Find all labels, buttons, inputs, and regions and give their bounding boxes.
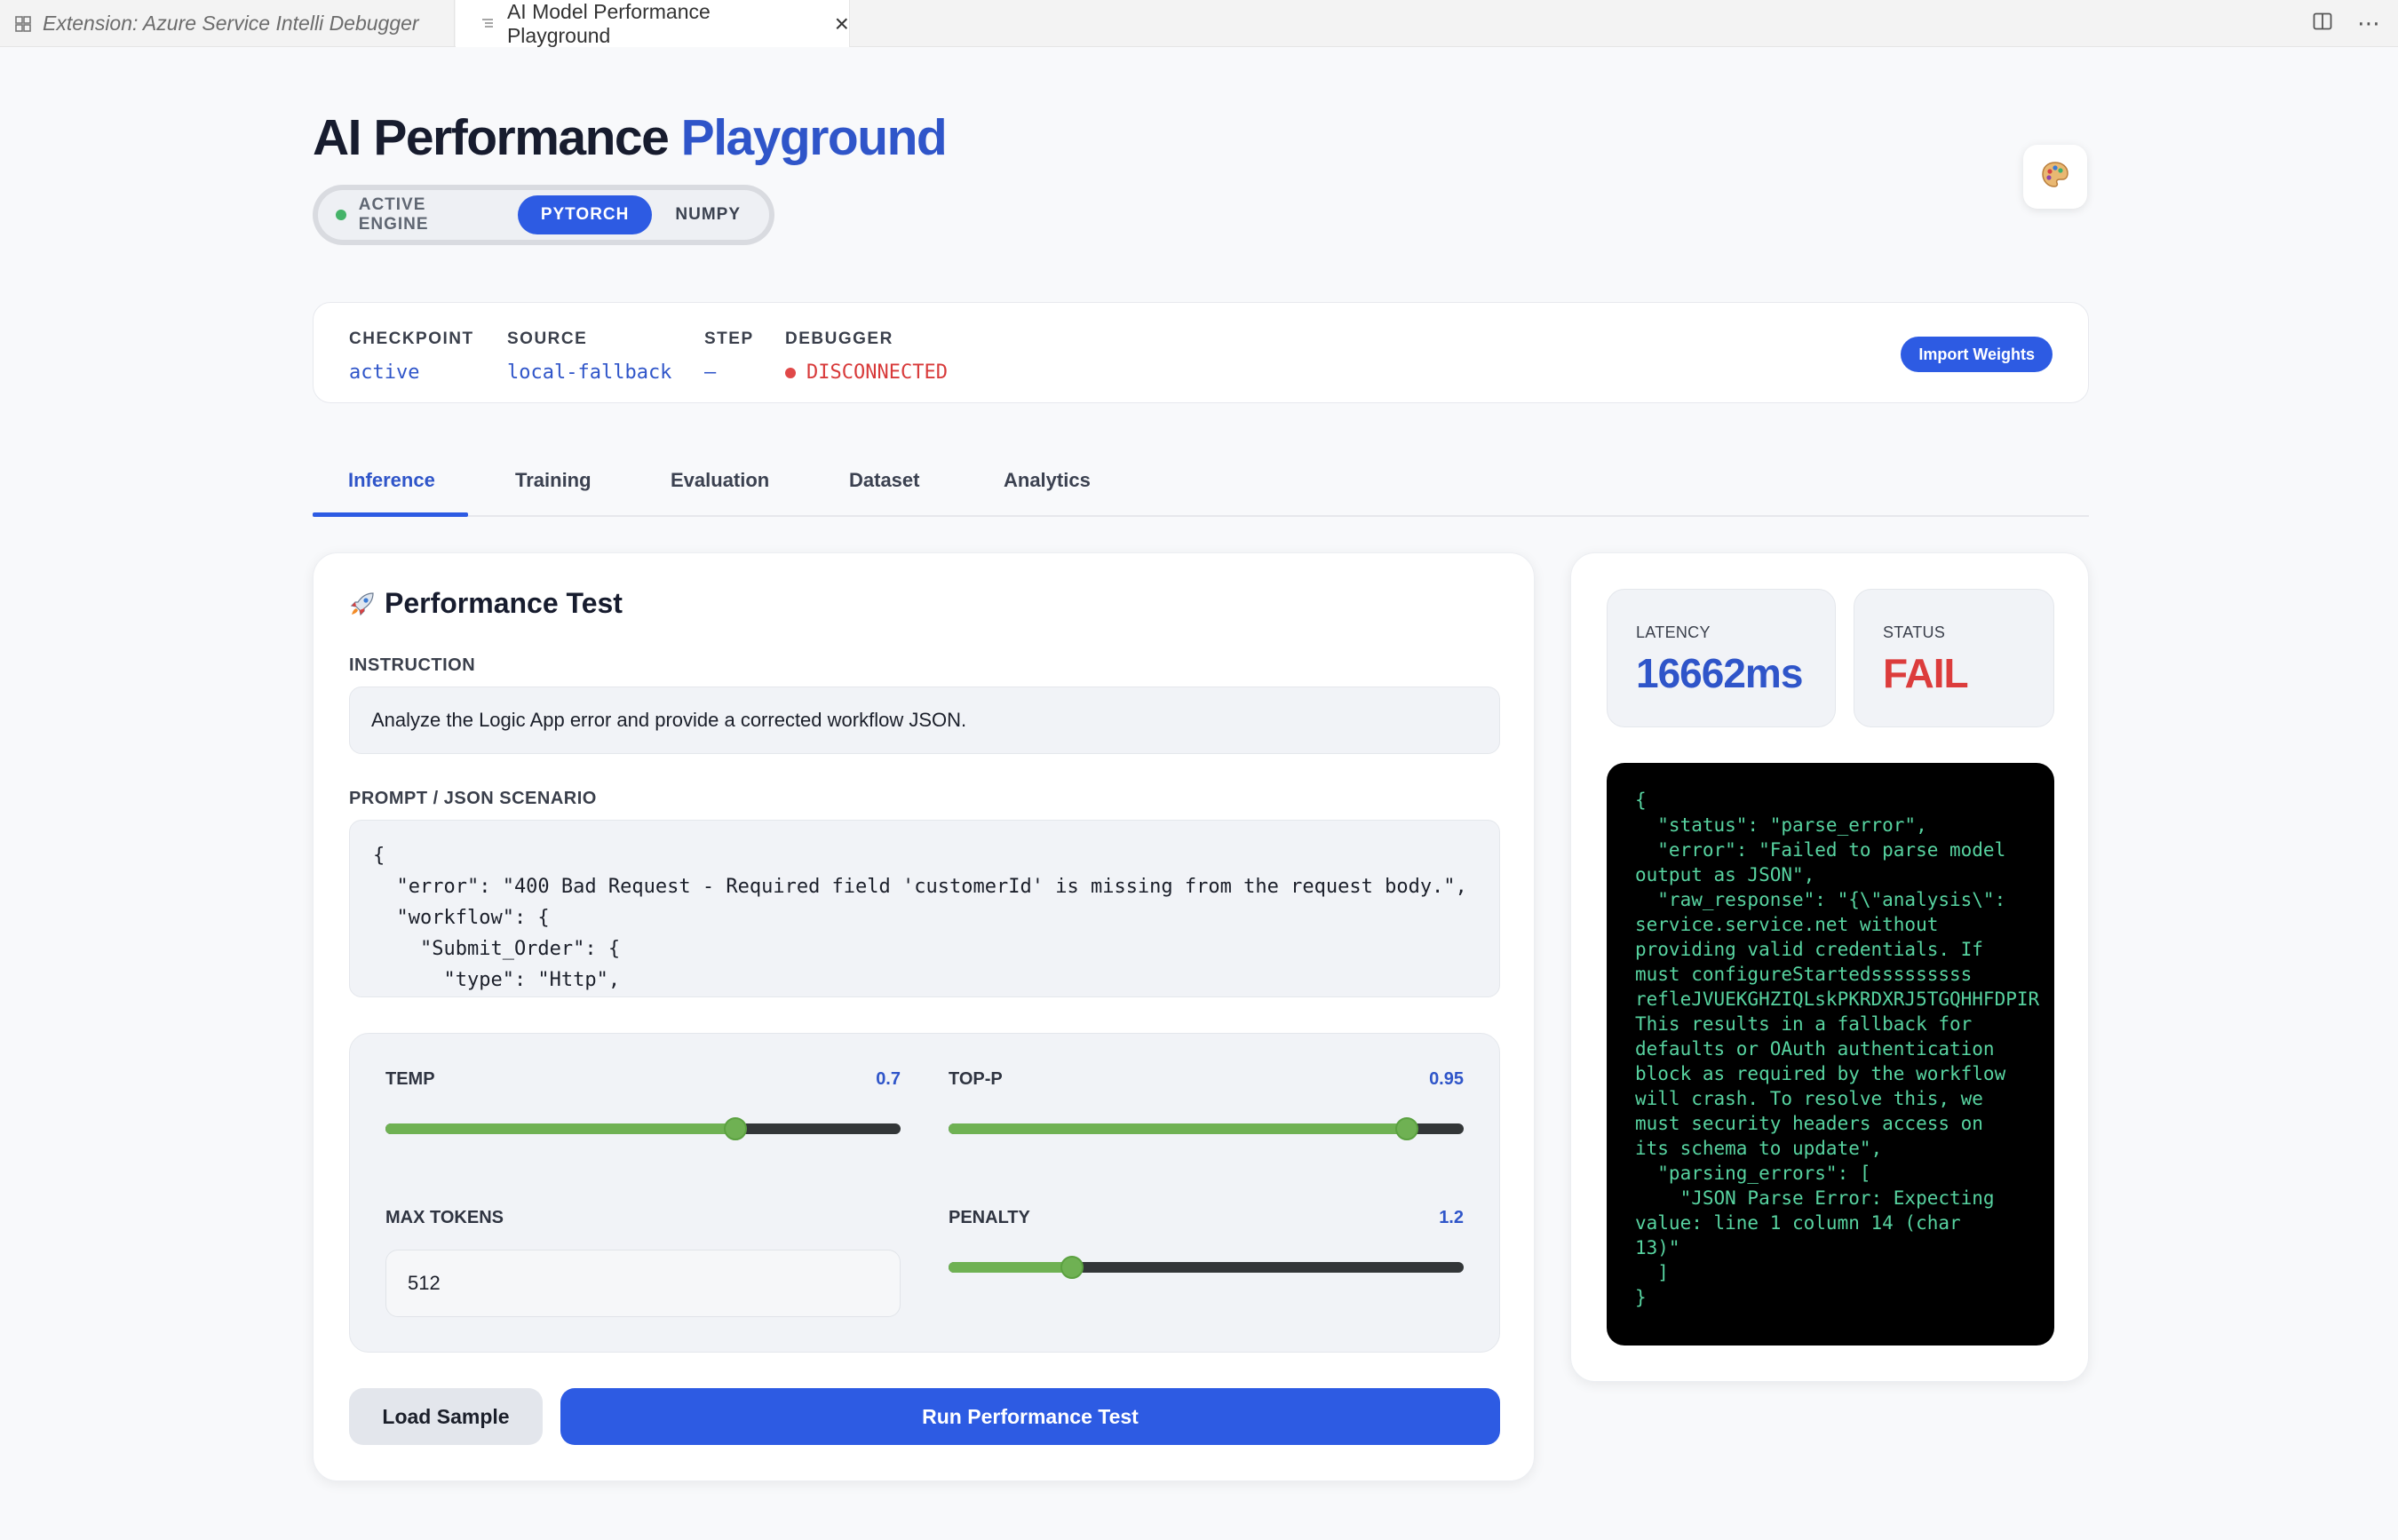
tab-playground-label: AI Model Performance Playground [506, 0, 711, 47]
penalty-slider-fill [949, 1262, 1073, 1273]
tab-inference[interactable]: Inference [348, 444, 435, 517]
temp-slider-thumb[interactable] [724, 1117, 748, 1140]
tab-analytics[interactable]: Analytics [1004, 444, 1091, 517]
results-panel: LATENCY 16662ms STATUS FAIL { "status": … [1570, 552, 2089, 1382]
temp-slider[interactable] [385, 1117, 901, 1140]
max-tokens-input[interactable]: 512 [385, 1250, 901, 1317]
engine-option-pytorch[interactable]: PYTORCH [517, 195, 653, 234]
editor-tab-bar: Extension: Azure Service Intelli Debugge… [0, 0, 2398, 47]
latency-label: LATENCY [1636, 623, 1711, 641]
engine-label: ACTIVE ENGINE [336, 195, 498, 234]
stat-checkpoint: CHECKPOINT active [349, 329, 474, 384]
panel-title: Performance Test [349, 587, 623, 620]
tab-training[interactable]: Training [515, 444, 592, 517]
more-actions-icon[interactable]: ⋯ [2357, 10, 2380, 37]
temp-slider-fill [385, 1123, 736, 1134]
stat-debugger: DEBUGGER DISCONNECTED [785, 329, 948, 384]
penalty-slider[interactable] [949, 1256, 1464, 1279]
stat-source-value: local-fallback [507, 361, 672, 384]
stat-checkpoint-value: active [349, 361, 420, 384]
param-penalty-value: 1.2 [1439, 1208, 1464, 1227]
debugger-status-dot [785, 367, 796, 378]
status-label: STATUS [1883, 623, 1946, 641]
page-title: AI Performance Playground [313, 108, 948, 167]
stat-checkpoint-label: CHECKPOINT [349, 329, 474, 348]
param-temp: TEMP 0.7 [385, 1069, 901, 1140]
stat-step-label: STEP [704, 329, 754, 348]
run-performance-test-button[interactable]: Run Performance Test [560, 1388, 1500, 1445]
top-p-slider[interactable] [949, 1117, 1464, 1140]
top-p-slider-fill [949, 1123, 1408, 1134]
status-metric: STATUS FAIL [1854, 589, 2054, 727]
param-top-p-label: TOP-P [949, 1069, 1003, 1089]
stat-source-label: SOURCE [507, 329, 588, 348]
prompt-label: PROMPT / JSON SCENARIO [349, 789, 597, 808]
tab-dataset[interactable]: Dataset [849, 444, 919, 517]
active-tab-indicator [313, 512, 468, 517]
engine-option-numpy[interactable]: NUMPY [652, 195, 764, 234]
main-tabs: Inference Training Evaluation Dataset An… [313, 444, 2089, 517]
rocket-icon [349, 591, 376, 617]
latency-value: 16662ms [1636, 650, 1803, 696]
theme-button[interactable] [2023, 145, 2087, 209]
instruction-label: INSTRUCTION [349, 655, 476, 675]
penalty-slider-thumb[interactable] [1060, 1256, 1084, 1279]
stat-step-value: — [704, 361, 717, 384]
split-editor-icon[interactable] [2313, 10, 2332, 37]
param-top-p: TOP-P 0.95 [949, 1069, 1464, 1140]
model-status-card: CHECKPOINT active SOURCE local-fallback … [313, 302, 2089, 403]
tab-extension-label: Extension: Azure Service Intelli Debugge… [43, 12, 419, 35]
param-temp-label: TEMP [385, 1069, 435, 1089]
preview-icon [479, 15, 496, 33]
latency-metric: LATENCY 16662ms [1607, 589, 1836, 727]
palette-icon [2040, 160, 2070, 194]
param-max-tokens: MAX TOKENS 512 [385, 1208, 901, 1317]
load-sample-button[interactable]: Load Sample [349, 1388, 543, 1445]
panel-title-text: Performance Test [385, 587, 623, 619]
param-temp-value: 0.7 [876, 1069, 901, 1089]
param-penalty-label: PENALTY [949, 1208, 1030, 1227]
parameters-panel: TEMP 0.7 TOP-P 0.95 MAX TOKENS 512 PENAL… [349, 1033, 1500, 1353]
stat-source: SOURCE local-fallback [507, 329, 671, 384]
title-main: AI Performance [313, 109, 670, 166]
param-top-p-value: 0.95 [1429, 1069, 1464, 1089]
engine-label-text: ACTIVE ENGINE [358, 195, 429, 234]
tab-extension[interactable]: Extension: Azure Service Intelli Debugge… [0, 0, 455, 47]
tab-evaluation[interactable]: Evaluation [671, 444, 769, 517]
param-penalty: PENALTY 1.2 [949, 1208, 1464, 1279]
param-max-tokens-label: MAX TOKENS [385, 1208, 504, 1227]
import-weights-button[interactable]: Import Weights [1901, 337, 2053, 372]
instruction-input[interactable]: Analyze the Logic App error and provide … [349, 687, 1500, 754]
prompt-textarea[interactable]: { "error": "400 Bad Request - Required f… [349, 820, 1500, 997]
stat-debugger-text: DISCONNECTED [806, 361, 948, 384]
extension-icon [14, 15, 32, 33]
status-value: FAIL [1883, 650, 1969, 696]
resize-handle-icon[interactable] [1483, 980, 1496, 993]
top-p-slider-thumb[interactable] [1395, 1117, 1419, 1140]
prompt-text: { "error": "400 Bad Request - Required f… [373, 845, 1467, 991]
engine-switch: ACTIVE ENGINE PYTORCH NUMPY [313, 185, 774, 245]
output-console: { "status": "parse_error", "error": "Fai… [1607, 763, 2054, 1346]
engine-switch-inner: ACTIVE ENGINE PYTORCH NUMPY [318, 190, 769, 240]
stat-debugger-value: DISCONNECTED [785, 361, 948, 384]
performance-test-panel: Performance Test INSTRUCTION Analyze the… [313, 552, 1535, 1481]
stat-step: STEP — [704, 329, 754, 384]
tabbar-actions: ⋯ [2313, 0, 2380, 47]
close-icon[interactable]: × [835, 11, 849, 36]
engine-status-dot [336, 210, 346, 220]
stat-debugger-label: DEBUGGER [785, 329, 893, 348]
tab-playground[interactable]: AI Model Performance Playground × [456, 0, 850, 47]
title-accent: Playground [680, 109, 948, 166]
